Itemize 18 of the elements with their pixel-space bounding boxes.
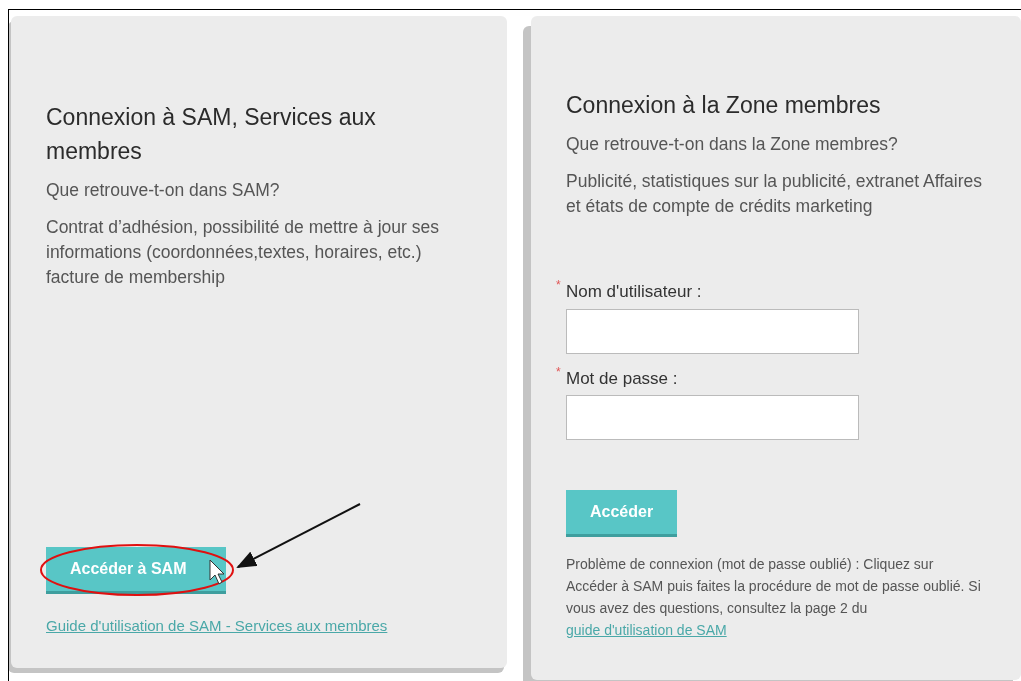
required-asterisk: * [556, 277, 562, 294]
access-button[interactable]: Accéder [566, 490, 678, 537]
input-field[interactable] [566, 395, 859, 440]
guide-link[interactable]: Guide d'utilisation de SAM - Services aux membres [46, 617, 388, 634]
access-sam-button[interactable]: Accéder à SAM [46, 547, 226, 594]
panel-title: Connexion à SAM, Services aux membres [46, 103, 377, 166]
required-asterisk: * [556, 363, 562, 381]
question-text: Que retrouve-t-on dans SAM? [46, 179, 281, 202]
field-label: Nom d'utilisateur : [566, 282, 702, 301]
panel-title: Connexion à la Zone membres [566, 91, 882, 120]
input-field[interactable] [566, 308, 859, 354]
help-text: Problème de connexion (mot de passe oublié) : Cliquez sur Accéder à SAM puis faites la procédure de mot de passe oublié. Si vous avez des questions, consultez la page 2 du guide d'utilisation de SAM [566, 555, 981, 640]
field-label: Mot de passe : [566, 368, 678, 388]
description-text: Publicité, statistiques sur la publicité, extranet Affaires et états de compte de crédits marketing [566, 170, 983, 218]
description-text: Contrat d’adhésion, possibilité de mettre à jour ses informations (coordonnées,textes, horaires, etc.) facture de membership [46, 216, 440, 289]
guide-link[interactable]: guide d'utilisation de SAM [566, 622, 727, 638]
cursor-icon [209, 559, 225, 585]
question-text: Que retrouve-t-on dans la Zone membres? [566, 133, 899, 156]
